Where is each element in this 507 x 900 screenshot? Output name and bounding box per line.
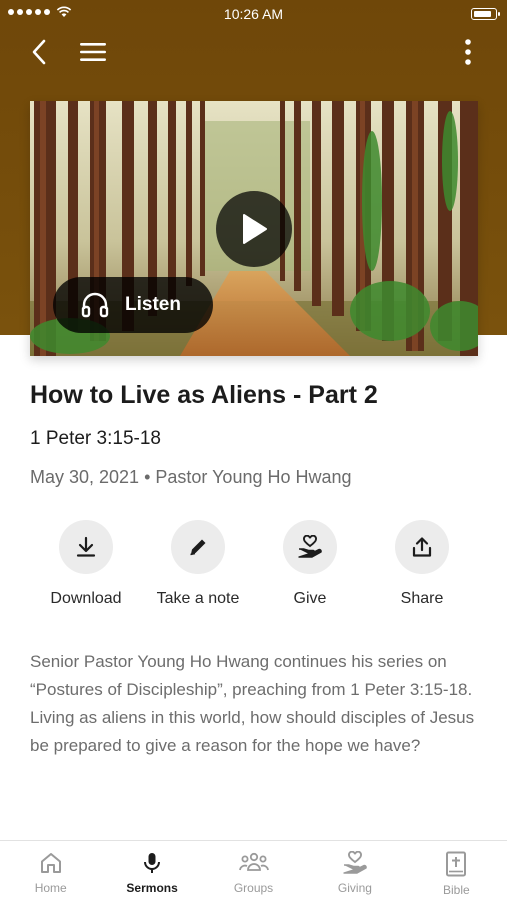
tab-sermons[interactable]: Sermons	[101, 841, 202, 900]
status-bar: 10:26 AM	[0, 0, 507, 28]
sermon-date-speaker: May 30, 2021 • Pastor Young Ho Hwang	[30, 467, 352, 487]
bottom-tab-bar: Home Sermons Groups Giving Bible	[0, 840, 507, 900]
microphone-icon	[144, 853, 161, 873]
bible-icon	[446, 851, 467, 877]
share-label: Share	[400, 590, 444, 607]
groups-icon	[238, 852, 269, 871]
listen-button[interactable]: Listen	[53, 277, 213, 333]
battery-icon	[471, 8, 500, 20]
sermon-title: How to Live as Aliens - Part 2	[30, 381, 378, 409]
tab-groups-label: Groups	[233, 881, 274, 895]
pencil-icon	[190, 539, 206, 556]
take-a-note-label: Take a note	[156, 590, 240, 607]
headphones-icon	[81, 292, 109, 318]
share-icon-circle	[395, 520, 449, 574]
vertical-ellipsis-icon	[465, 39, 471, 65]
giving-hand-heart-icon	[343, 851, 367, 874]
download-button[interactable]: Download	[30, 520, 142, 608]
status-time: 10:26 AM	[223, 6, 284, 22]
tab-home[interactable]: Home	[0, 841, 101, 900]
tab-home-label: Home	[34, 881, 67, 895]
download-icon-circle	[59, 520, 113, 574]
pencil-icon-circle	[171, 520, 225, 574]
play-icon	[243, 214, 267, 244]
tab-giving-label: Giving	[337, 881, 372, 895]
tab-bible-label: Bible	[442, 883, 470, 897]
giving-hand-heart-icon	[298, 535, 322, 558]
take-a-note-button[interactable]: Take a note	[142, 520, 254, 608]
tab-groups[interactable]: Groups	[203, 841, 304, 900]
give-label: Give	[293, 590, 327, 607]
give-button[interactable]: Give	[254, 520, 366, 608]
download-label: Download	[50, 590, 122, 607]
tab-giving[interactable]: Giving	[304, 841, 405, 900]
download-icon	[76, 536, 96, 557]
sermon-description: Senior Pastor Young Ho Hwang continues h…	[30, 652, 475, 755]
menu-button[interactable]	[76, 38, 110, 66]
sermon-scripture: 1 Peter 3:15-18	[30, 428, 161, 449]
share-icon	[412, 537, 432, 557]
more-options-button[interactable]	[456, 36, 480, 68]
home-icon	[40, 853, 61, 873]
listen-label: Listen	[125, 294, 181, 315]
chevron-left-icon	[32, 39, 46, 65]
back-button[interactable]	[24, 36, 54, 68]
sermon-hero-image: Listen	[30, 101, 478, 356]
play-button[interactable]	[216, 191, 292, 267]
share-button[interactable]: Share	[366, 520, 478, 608]
give-icon-circle	[283, 520, 337, 574]
tab-bible[interactable]: Bible	[406, 841, 507, 900]
hamburger-menu-icon	[80, 43, 106, 61]
tab-sermons-label: Sermons	[126, 881, 178, 895]
